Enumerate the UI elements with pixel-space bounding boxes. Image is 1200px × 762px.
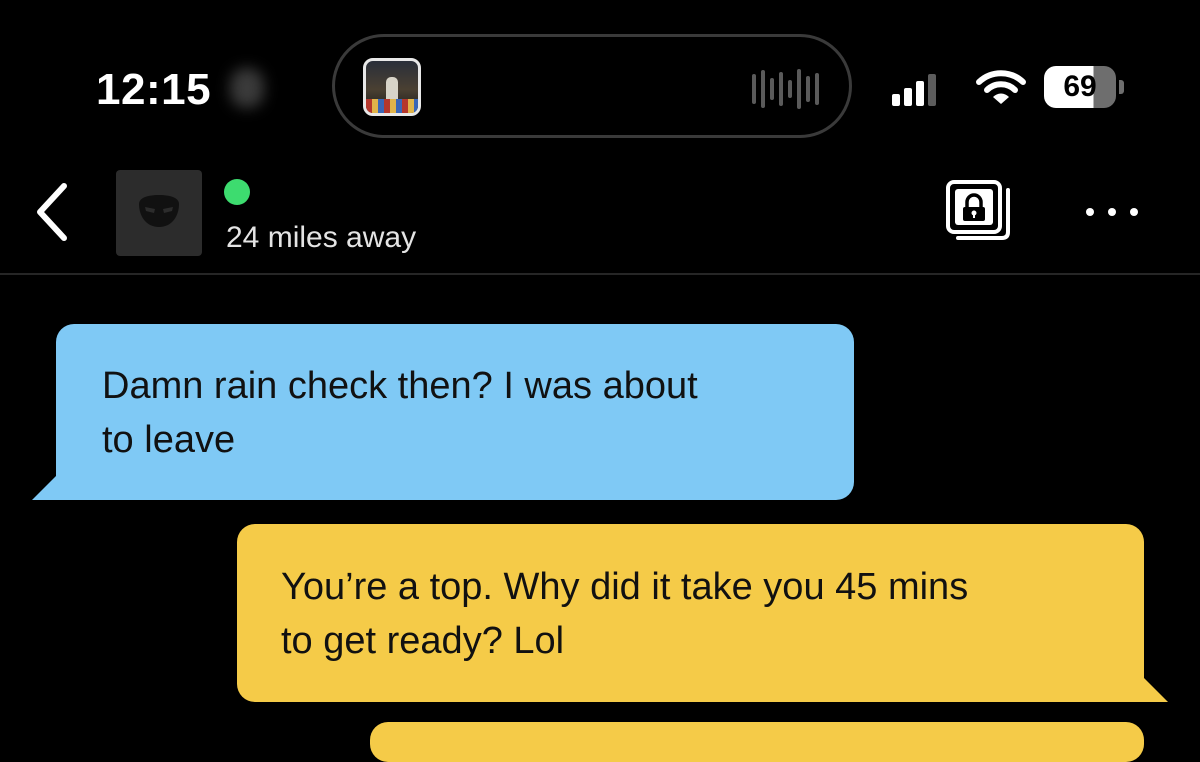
battery-icon: 69 <box>1044 66 1124 108</box>
private-album-button[interactable] <box>944 178 1014 248</box>
album-art-icon[interactable] <box>363 58 421 116</box>
wifi-icon <box>976 70 1026 104</box>
message-bubble-sent[interactable]: You’re a top. Why did it take you 45 min… <box>237 524 1168 702</box>
message-text-line: You’re a top. Why did it take you 45 min… <box>281 566 969 608</box>
more-horizontal-icon <box>1086 208 1094 216</box>
dynamic-island[interactable] <box>332 34 852 138</box>
more-options-button[interactable] <box>1082 196 1142 228</box>
blurred-status-indicator <box>230 68 264 108</box>
avatar[interactable] <box>116 170 202 256</box>
status-time: 12:15 <box>96 65 212 114</box>
audio-waveform-icon <box>752 67 819 111</box>
message-text-line: Damn rain check then? I was about <box>102 365 698 407</box>
message-bubble-received[interactable]: Damn rain check then? I was about to lea… <box>32 324 854 500</box>
message-text-line: to leave <box>102 419 236 461</box>
mask-avatar-icon <box>139 195 179 227</box>
message-text-line: to get ready? Lol <box>281 620 565 662</box>
back-button[interactable] <box>28 178 78 246</box>
cellular-signal-icon <box>892 74 938 106</box>
header-divider <box>0 273 1200 275</box>
battery-percent: 69 <box>1063 70 1097 103</box>
locked-album-icon <box>946 180 1010 240</box>
message-bubble-sent-partial[interactable] <box>370 722 1144 762</box>
online-status-indicator <box>224 179 250 205</box>
distance-label: 24 miles away <box>226 221 417 254</box>
